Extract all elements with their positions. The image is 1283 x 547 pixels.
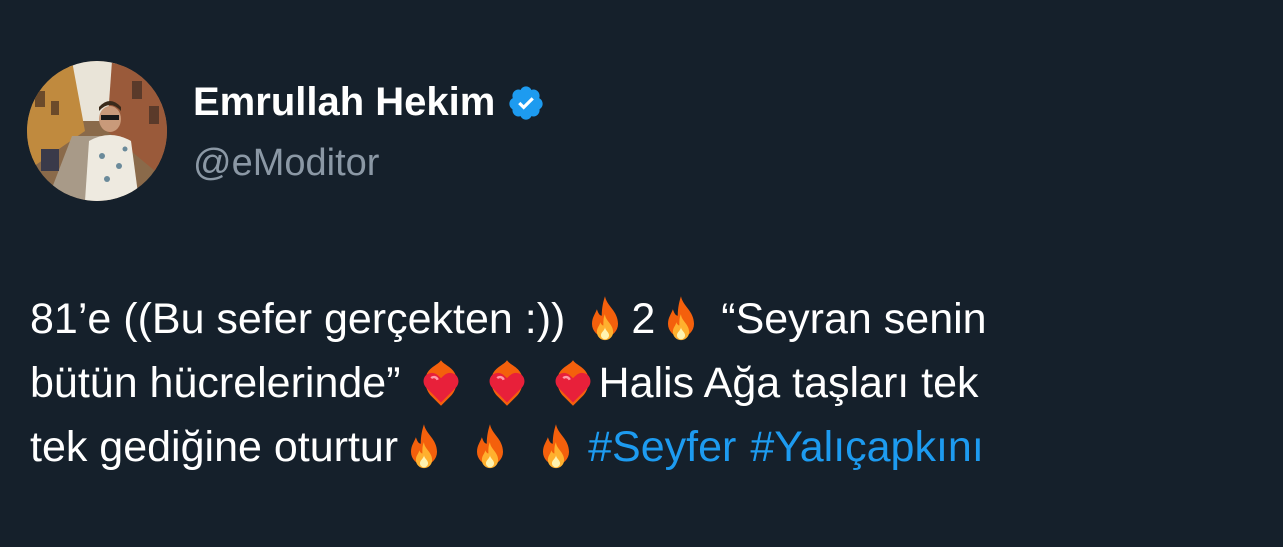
hashtag-link[interactable]: #Seyfer xyxy=(588,415,736,479)
fire-icon xyxy=(464,421,516,473)
fire-icon xyxy=(530,421,582,473)
tweet-text-segment: tek gediğine oturtur xyxy=(30,423,399,471)
heart-on-fire-icon xyxy=(547,357,599,409)
verified-badge-icon xyxy=(507,83,545,121)
heart-on-fire-icon xyxy=(481,357,533,409)
fire-icon xyxy=(398,421,450,473)
author-display-name[interactable]: Emrullah Hekim xyxy=(193,76,495,128)
fire-icon xyxy=(655,293,707,345)
tweet-card: Emrullah Hekim @eModitor 81’e ((Bu sefer… xyxy=(0,0,1283,547)
tweet-text-segment: 81’e ((Bu sefer gerçekten :)) xyxy=(30,295,566,343)
author-name-row[interactable]: Emrullah Hekim xyxy=(193,76,545,128)
tweet-text-line: 81’e ((Bu sefer gerçekten :)) 2 “Seyran … xyxy=(30,287,1260,351)
tweet-text-line: bütün hücrelerinde” Halis Ağa taşları te… xyxy=(30,351,1260,415)
author-handle[interactable]: @eModitor xyxy=(193,138,379,188)
avatar[interactable] xyxy=(27,61,167,201)
heart-on-fire-icon xyxy=(415,357,467,409)
tweet-text-segment: 2 xyxy=(631,295,656,343)
tweet-text: 81’e ((Bu sefer gerçekten :)) 2 “Seyran … xyxy=(30,287,1260,479)
avatar-photo xyxy=(27,61,167,201)
hashtag-link[interactable]: #Yalıçapkını xyxy=(750,415,983,479)
tweet-text-segment: Halis Ağa taşları tek xyxy=(598,359,979,407)
tweet-text-segment: “Seyran senin xyxy=(721,295,987,343)
fire-icon xyxy=(579,293,631,345)
tweet-text-line: tek gediğine oturtur #Seyfer #Yalıçapkın… xyxy=(30,415,1260,479)
tweet-text-segment: bütün hücrelerinde” xyxy=(30,359,401,407)
